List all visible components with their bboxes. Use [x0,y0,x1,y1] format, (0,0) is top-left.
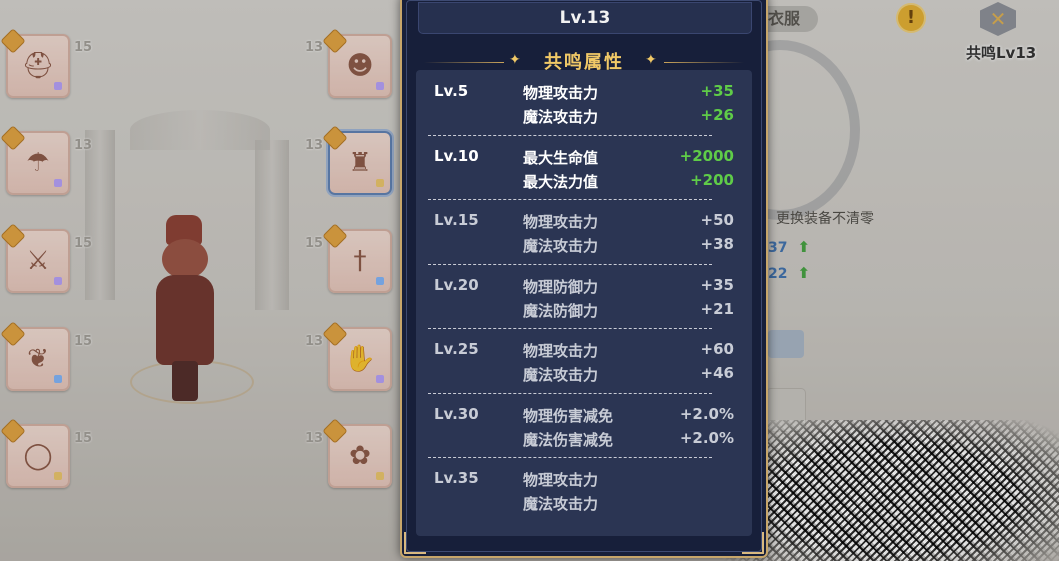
tier-level: Lv.15 [434,211,479,229]
tier-level: Lv.35 [434,469,479,487]
tier-row: Lv.30 物理伤害减免 +2.0% 魔法伤害减免 +2.0% [416,392,752,458]
tier-row: Lv.35 物理攻击力 魔法攻击力 [416,457,752,522]
stat-name: 物理攻击力 [523,471,599,489]
stat-name: 物理攻击力 [523,342,599,360]
tier-row: Lv.15 物理攻击力 +50 魔法攻击力 +38 [416,199,752,264]
stat-bonus: +2.0% [679,404,734,423]
stat-name: 魔法攻击力 [523,366,599,384]
tier-level: Lv.10 [434,146,479,165]
tier-row: Lv.5 物理攻击力 +35 魔法攻击力 +26 [416,70,752,135]
stat-bonus: +35 [700,82,734,100]
stat-bonus: +200 [690,170,734,189]
stat-name: 最大法力值 [523,172,599,191]
tier-row: Lv.20 物理防御力 +35 魔法防御力 +21 [416,263,752,329]
stat-name: 魔法攻击力 [523,237,599,255]
tier-level: Lv.5 [434,82,469,100]
tier-row: Lv.25 物理攻击力 +60 魔法攻击力 +46 [416,328,752,393]
stat-name: 魔法攻击力 [523,495,599,513]
stat-name: 物理伤害减免 [523,406,614,425]
tier-level: Lv.20 [434,275,479,294]
stat-name: 物理攻击力 [523,84,599,102]
tier-level: Lv.25 [434,340,479,358]
stat-bonus: +35 [700,275,734,294]
tier-level: Lv.30 [434,404,479,423]
stat-bonus: +26 [700,106,734,124]
tier-row: Lv.10 最大生命值 +2000 最大法力值 +200 [416,134,752,200]
stat-name: 物理防御力 [523,277,599,296]
stat-bonus: +38 [700,235,734,253]
stat-bonus: +21 [700,299,734,318]
stat-bonus: +2.0% [679,428,734,447]
stat-name: 魔法防御力 [523,301,599,320]
stat-bonus: +60 [700,340,734,358]
stat-name: 最大生命值 [523,148,599,167]
stat-name: 魔法攻击力 [523,108,599,126]
stat-bonus: +2000 [679,146,734,165]
title-divider [664,62,744,63]
stat-bonus: +50 [700,211,734,229]
resonance-attribute-panel: Lv.13 ✦ 共鸣属性 ✦ Lv.5 物理攻击力 +35 魔法攻击力 +26 … [400,0,768,558]
resonance-level: Lv.13 [418,2,752,34]
stat-name: 物理攻击力 [523,213,599,231]
stat-bonus: +46 [700,364,734,382]
resonance-tier-list[interactable]: Lv.5 物理攻击力 +35 魔法攻击力 +26 Lv.10 最大生命值 +20… [416,70,752,536]
sparkle-icon: ✦ [645,52,657,68]
stat-name: 魔法伤害减免 [523,430,614,449]
